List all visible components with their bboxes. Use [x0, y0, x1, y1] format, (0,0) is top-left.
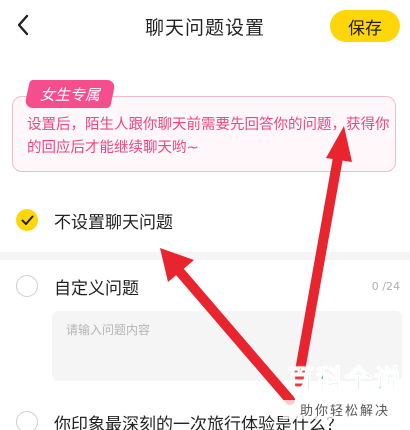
option-label: 不设置聊天问题 [54, 212, 173, 233]
female-only-badge: 女生专属 [24, 80, 116, 108]
section-divider [0, 252, 410, 260]
radio-checked[interactable] [16, 209, 38, 231]
character-counter: 0 /24 [371, 280, 400, 293]
radio-unchecked[interactable] [16, 411, 38, 430]
watermark-subtitle: 助你轻松解决 [283, 400, 407, 419]
female-only-badge-label: 女生专属 [40, 85, 101, 104]
watermark: 百科全说 助你轻松解决 [283, 365, 407, 419]
option-label: 自定义问题 [54, 278, 139, 299]
checkmark-icon [21, 215, 33, 225]
save-button[interactable]: 保存 [330, 10, 400, 42]
header-bar: 聊天问题设置 保存 [0, 0, 410, 52]
radio-unchecked[interactable] [16, 275, 38, 297]
option-no-question[interactable]: 不设置聊天问题 [0, 200, 410, 240]
option-custom-question[interactable]: 自定义问题 [0, 266, 410, 306]
watermark-title: 百科全说 [287, 365, 403, 396]
notice-text: 设置后，陌生人跟你聊天前需要先回答你的问题，获得你的回应后才能继续聊天哟~ [27, 117, 390, 156]
